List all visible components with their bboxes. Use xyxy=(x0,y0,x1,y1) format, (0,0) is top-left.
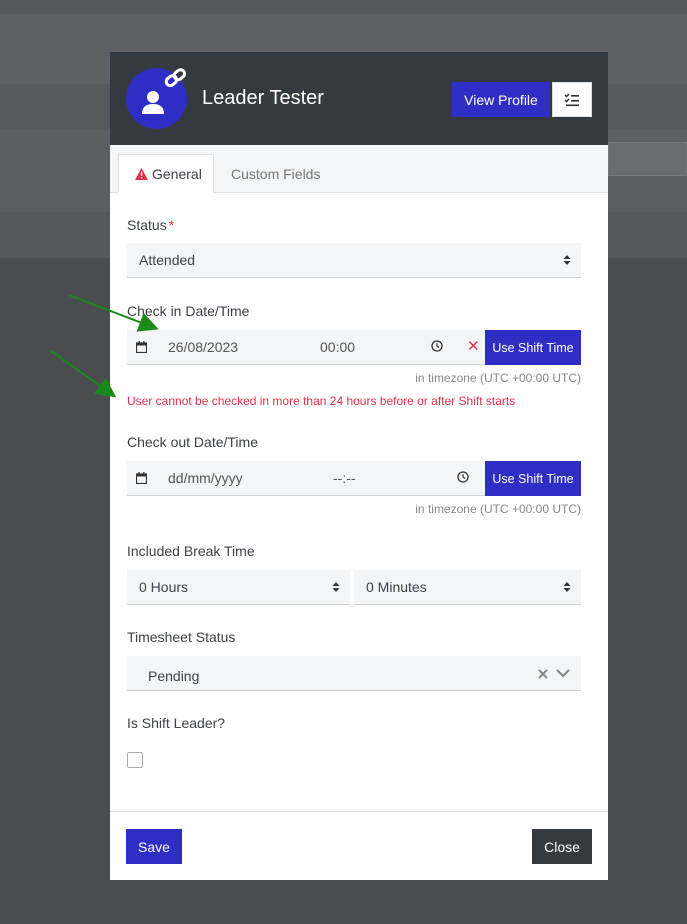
timesheet-status-select[interactable]: Pending xyxy=(127,656,581,691)
backdrop-field xyxy=(608,142,687,176)
break-time-label: Included Break Time xyxy=(127,543,255,559)
chevron-down-icon[interactable] xyxy=(556,669,570,678)
check-out-timezone-note: in timezone (UTC +00:00 UTC) xyxy=(415,502,581,516)
break-minutes-select[interactable]: 0 Minutes xyxy=(354,570,581,605)
close-button[interactable]: Close xyxy=(532,829,592,864)
check-in-date[interactable]: 26/08/2023 xyxy=(168,339,238,355)
checklist-icon xyxy=(564,92,579,106)
timesheet-status-label: Timesheet Status xyxy=(127,629,236,645)
warning-icon xyxy=(135,168,148,180)
sort-updown-icon xyxy=(332,582,340,592)
tab-custom-fields[interactable]: Custom Fields xyxy=(231,154,320,194)
user-link-icon xyxy=(142,68,187,114)
status-label-text: Status xyxy=(127,217,167,233)
leader-name: Leader Tester xyxy=(202,87,324,109)
status-value: Attended xyxy=(139,252,196,268)
clock-icon[interactable] xyxy=(457,471,469,483)
check-out-date-placeholder[interactable]: dd/mm/yyyy xyxy=(168,470,243,486)
break-minutes-value: 0 Minutes xyxy=(366,579,427,595)
checklist-button[interactable] xyxy=(552,82,592,117)
check-in-error-message: User cannot be checked in more than 24 h… xyxy=(127,394,516,408)
view-profile-button[interactable]: View Profile xyxy=(452,82,550,117)
modal-header: Leader Tester View Profile xyxy=(110,52,608,145)
modal-footer: Save Close xyxy=(110,811,608,880)
check-out-time-placeholder[interactable]: --:-- xyxy=(333,470,356,486)
annotation-arrow xyxy=(50,350,117,398)
clear-icon[interactable]: ✕ xyxy=(467,337,480,355)
check-out-use-shift-time-button[interactable]: Use Shift Time xyxy=(485,461,581,496)
break-hours-select[interactable]: 0 Hours xyxy=(127,570,350,605)
clear-icon[interactable] xyxy=(538,669,548,679)
shift-leader-checkbox[interactable] xyxy=(127,752,143,768)
calendar-icon xyxy=(136,341,147,353)
avatar xyxy=(126,68,187,129)
clock-icon[interactable] xyxy=(431,340,443,352)
break-hours-value: 0 Hours xyxy=(139,579,189,595)
tab-bar: General Custom Fields xyxy=(110,145,608,194)
check-out-label: Check out Date/Time xyxy=(127,434,258,450)
status-label: Status * xyxy=(127,217,174,233)
check-in-use-shift-time-button[interactable]: Use Shift Time xyxy=(485,330,581,365)
check-in-time[interactable]: 00:00 xyxy=(320,339,355,355)
tab-general[interactable]: General xyxy=(118,154,214,194)
check-in-timezone-note: in timezone (UTC +00:00 UTC) xyxy=(415,371,581,385)
calendar-icon xyxy=(136,472,147,484)
check-in-datetime-input[interactable]: 26/08/2023 00:00 ✕ Use Shift Time xyxy=(127,330,581,365)
timesheet-modal: Leader Tester View Profile General Custo… xyxy=(110,52,608,880)
sort-updown-icon xyxy=(563,255,571,265)
timesheet-status-value: Pending xyxy=(148,668,200,684)
check-in-label: Check in Date/Time xyxy=(127,303,250,319)
backdrop-stripe xyxy=(0,0,687,14)
check-out-datetime-input[interactable]: dd/mm/yyyy --:-- Use Shift Time xyxy=(127,461,581,496)
shift-leader-label: Is Shift Leader? xyxy=(127,715,226,731)
sort-updown-icon xyxy=(563,582,571,592)
tab-general-label: General xyxy=(152,166,202,182)
status-select[interactable]: Attended xyxy=(127,243,581,278)
required-marker: * xyxy=(168,217,175,233)
save-button[interactable]: Save xyxy=(126,829,182,864)
